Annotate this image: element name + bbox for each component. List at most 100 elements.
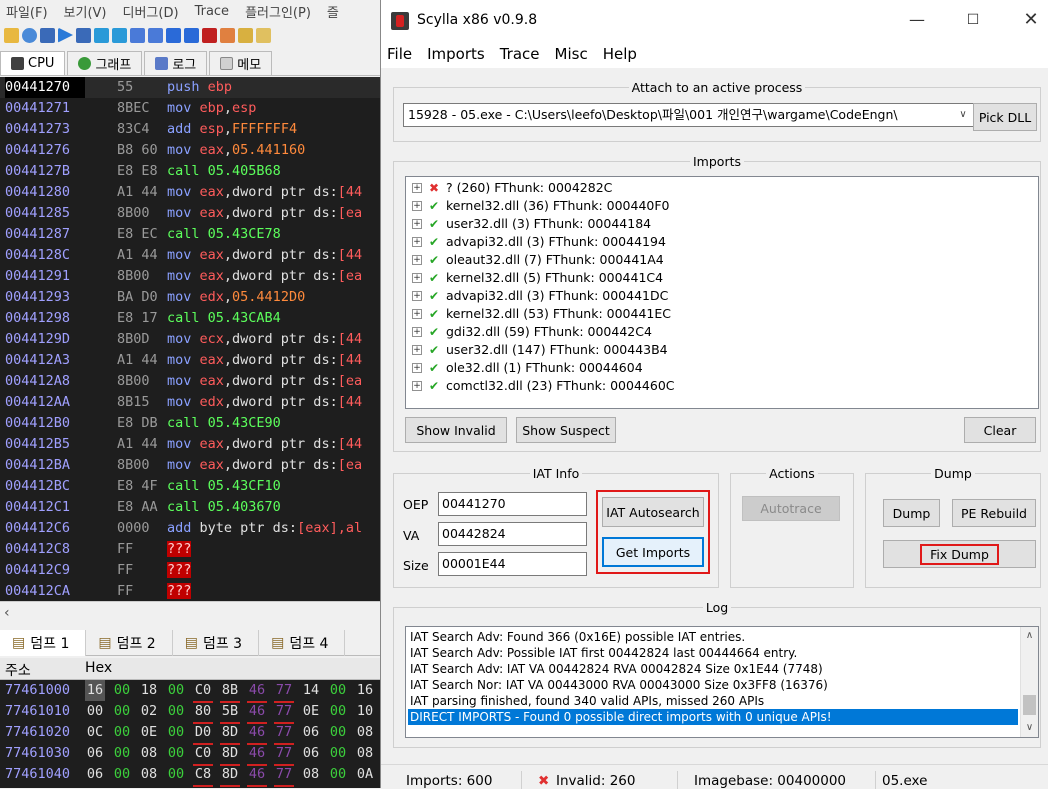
import-tree-item[interactable]: + ✔ advapi32.dll (3) FThunk: 000441DC <box>412 287 1012 305</box>
hex-row[interactable]: 77461040 06 00 08 00 C8 8D 46 77 08 00 0A <box>0 764 380 787</box>
hex-byte[interactable]: 77 <box>274 680 294 703</box>
scroll-down-icon[interactable]: ∨ <box>1021 719 1038 736</box>
import-tree-item[interactable]: + ✔ comctl32.dll (23) FThunk: 0004460C <box>412 377 1012 395</box>
disasm-row[interactable]: 004412C6 0000 add byte ptr ds:[eax],al <box>0 518 380 539</box>
disassembly-view[interactable]: 00441270 55 push ebp 00441271 8BEC mov ebp,es… <box>0 77 380 601</box>
hex-dump-view[interactable]: 77461000 16 00 18 00 C0 8B 46 77 14 00 16 77461010 00… <box>0 680 380 788</box>
pen-icon[interactable] <box>220 27 235 43</box>
hex-byte[interactable]: 0E <box>139 722 159 743</box>
hex-byte[interactable]: 0C <box>85 722 105 743</box>
log-list[interactable]: IAT Search Adv: Found 366 (0x16E) possib… <box>405 626 1039 738</box>
get-imports-button[interactable]: Get Imports <box>602 537 704 567</box>
hex-byte[interactable]: 00 <box>112 743 132 764</box>
hex-byte[interactable]: 77 <box>274 722 294 745</box>
execute-till-return-icon[interactable] <box>166 27 181 43</box>
import-tree-item[interactable]: + ✔ ole32.dll (1) FThunk: 00044604 <box>412 359 1012 377</box>
run-to-user-code-icon[interactable] <box>184 27 199 43</box>
expand-icon[interactable]: + <box>412 345 422 355</box>
disasm-row[interactable]: 004412B0 E8 DB call 05.43CE90 <box>0 413 380 434</box>
disasm-row[interactable]: 0044129D 8B0D mov ecx,dword ptr ds:[44 <box>0 329 380 350</box>
hex-byte[interactable]: 00 <box>85 701 105 722</box>
expand-icon[interactable]: + <box>412 219 422 229</box>
hex-byte[interactable]: 00 <box>328 764 348 785</box>
scroll-thumb[interactable] <box>1023 695 1036 715</box>
expand-icon[interactable]: + <box>412 237 422 247</box>
title-bar[interactable]: Scylla x86 v0.9.8 — ☐ ✕ <box>381 0 1048 40</box>
import-tree-item[interactable]: + ✔ gdi32.dll (59) FThunk: 000442C4 <box>412 323 1012 341</box>
hex-byte[interactable]: C0 <box>193 743 213 766</box>
disasm-row[interactable]: 004412A3 A1 44 mov eax,dword ptr ds:[44 <box>0 350 380 371</box>
hex-row[interactable]: 77461030 06 00 08 00 C0 8D 46 77 06 00 08 <box>0 743 380 766</box>
hex-byte[interactable]: 00 <box>328 680 348 701</box>
disasm-row[interactable]: 00441298 E8 17 call 05.43CAB4 <box>0 308 380 329</box>
disasm-row[interactable]: 004412C9 FF??? <box>0 560 380 581</box>
hex-byte[interactable]: 00 <box>328 743 348 764</box>
import-tree-item[interactable]: + ✔ kernel32.dll (5) FThunk: 000441C4 <box>412 269 1012 287</box>
disasm-row[interactable]: 00441280 A1 44 mov eax,dword ptr ds:[44 <box>0 182 380 203</box>
hex-byte[interactable]: 46 <box>247 722 267 745</box>
expand-icon[interactable]: + <box>412 363 422 373</box>
hex-byte[interactable]: 5B <box>220 701 240 724</box>
disasm-row[interactable]: 004412A8 8B00 mov eax,dword ptr ds:[ea <box>0 371 380 392</box>
hex-byte[interactable]: 06 <box>85 743 105 764</box>
disasm-row[interactable]: 004412AA 8B15 mov edx,dword ptr ds:[44 <box>0 392 380 413</box>
hex-byte[interactable]: 06 <box>301 722 321 743</box>
va-field[interactable]: 00442824 <box>438 522 587 546</box>
disassembly-hscrollbar[interactable]: ‹ <box>0 601 380 625</box>
log-line[interactable]: IAT Search Nor: IAT VA 00443000 RVA 0004… <box>408 677 828 693</box>
hex-byte[interactable]: 02 <box>139 701 159 722</box>
hex-byte[interactable]: D0 <box>193 722 213 745</box>
tab-dump-4[interactable]: ▤ 덤프 4 <box>259 629 346 656</box>
hex-byte[interactable]: 08 <box>355 743 375 764</box>
hex-byte[interactable]: 80 <box>193 701 213 724</box>
import-tree-item[interactable]: + ✔ oleaut32.dll (7) FThunk: 000441A4 <box>412 251 1012 269</box>
clear-button[interactable]: Clear <box>964 417 1036 443</box>
hex-byte[interactable]: 00 <box>328 722 348 743</box>
imports-tree[interactable]: + ✖ ? (260) FThunk: 0004282C + ✔ kernel32.dll… <box>405 176 1039 409</box>
hex-byte[interactable]: 77 <box>274 701 294 724</box>
expand-icon[interactable]: + <box>412 309 422 319</box>
autotrace-button[interactable]: Autotrace <box>742 496 840 521</box>
expand-icon[interactable]: + <box>412 255 422 265</box>
hex-byte[interactable]: 77 <box>274 743 294 766</box>
import-tree-item[interactable]: + ✖ ? (260) FThunk: 0004282C <box>412 179 1012 197</box>
hex-byte[interactable]: 08 <box>139 743 159 764</box>
disasm-row[interactable]: 004412CA FF??? <box>0 581 380 601</box>
import-tree-item[interactable]: + ✔ kernel32.dll (36) FThunk: 000440F0 <box>412 197 1012 215</box>
hex-byte[interactable]: 00 <box>112 680 132 701</box>
tab-graph[interactable]: 그래프 <box>67 51 143 75</box>
hex-byte[interactable]: 8D <box>220 743 240 766</box>
scroll-up-icon[interactable]: ∧ <box>1021 627 1038 644</box>
import-tree-item[interactable]: + ✔ advapi32.dll (3) FThunk: 00044194 <box>412 233 1012 251</box>
oep-field[interactable]: 00441270 <box>438 492 587 516</box>
disasm-row[interactable]: 004412C8 FF??? <box>0 539 380 560</box>
hex-byte[interactable]: 16 <box>355 680 375 701</box>
hex-byte[interactable]: 0E <box>301 701 321 722</box>
tab-dump-3[interactable]: ▤ 덤프 3 <box>173 629 260 656</box>
hex-byte[interactable]: 46 <box>247 743 267 766</box>
show-suspect-button[interactable]: Show Suspect <box>516 417 616 443</box>
pe-rebuild-button[interactable]: PE Rebuild <box>952 499 1036 527</box>
chevron-down-icon[interactable]: ∨ <box>952 104 974 126</box>
hex-byte[interactable]: C0 <box>193 680 213 703</box>
trace-into-icon[interactable] <box>130 27 145 43</box>
hex-byte[interactable]: 08 <box>139 764 159 785</box>
hex-byte[interactable]: C8 <box>193 764 213 787</box>
log-line[interactable]: IAT Search Adv: Possible IAT first 00442… <box>408 645 797 661</box>
debugger-menu-view[interactable]: 보기(V) <box>64 2 107 21</box>
close-icon[interactable] <box>40 27 55 43</box>
menu-file[interactable]: File <box>387 45 412 63</box>
dump-button[interactable]: Dump <box>883 499 940 527</box>
hex-byte[interactable]: 16 <box>85 680 105 701</box>
disasm-row[interactable]: 00441270 55 push ebp <box>0 77 380 98</box>
menu-imports[interactable]: Imports <box>427 45 485 63</box>
import-tree-item[interactable]: + ✔ user32.dll (147) FThunk: 000443B4 <box>412 341 1012 359</box>
hex-byte[interactable]: 00 <box>166 680 186 701</box>
restart-icon[interactable] <box>22 27 37 43</box>
hex-byte[interactable]: 18 <box>139 680 159 701</box>
disasm-row[interactable]: 0044128C A1 44 mov eax,dword ptr ds:[44 <box>0 245 380 266</box>
log-line[interactable]: DIRECT IMPORTS - Found 0 possible direct… <box>408 709 1018 725</box>
hex-byte[interactable]: 0A <box>355 764 375 785</box>
process-select[interactable]: 15928 - 05.exe - C:\Users\leefo\Desktop\… <box>403 103 975 127</box>
iat-autosearch-button[interactable]: IAT Autosearch <box>602 497 704 527</box>
